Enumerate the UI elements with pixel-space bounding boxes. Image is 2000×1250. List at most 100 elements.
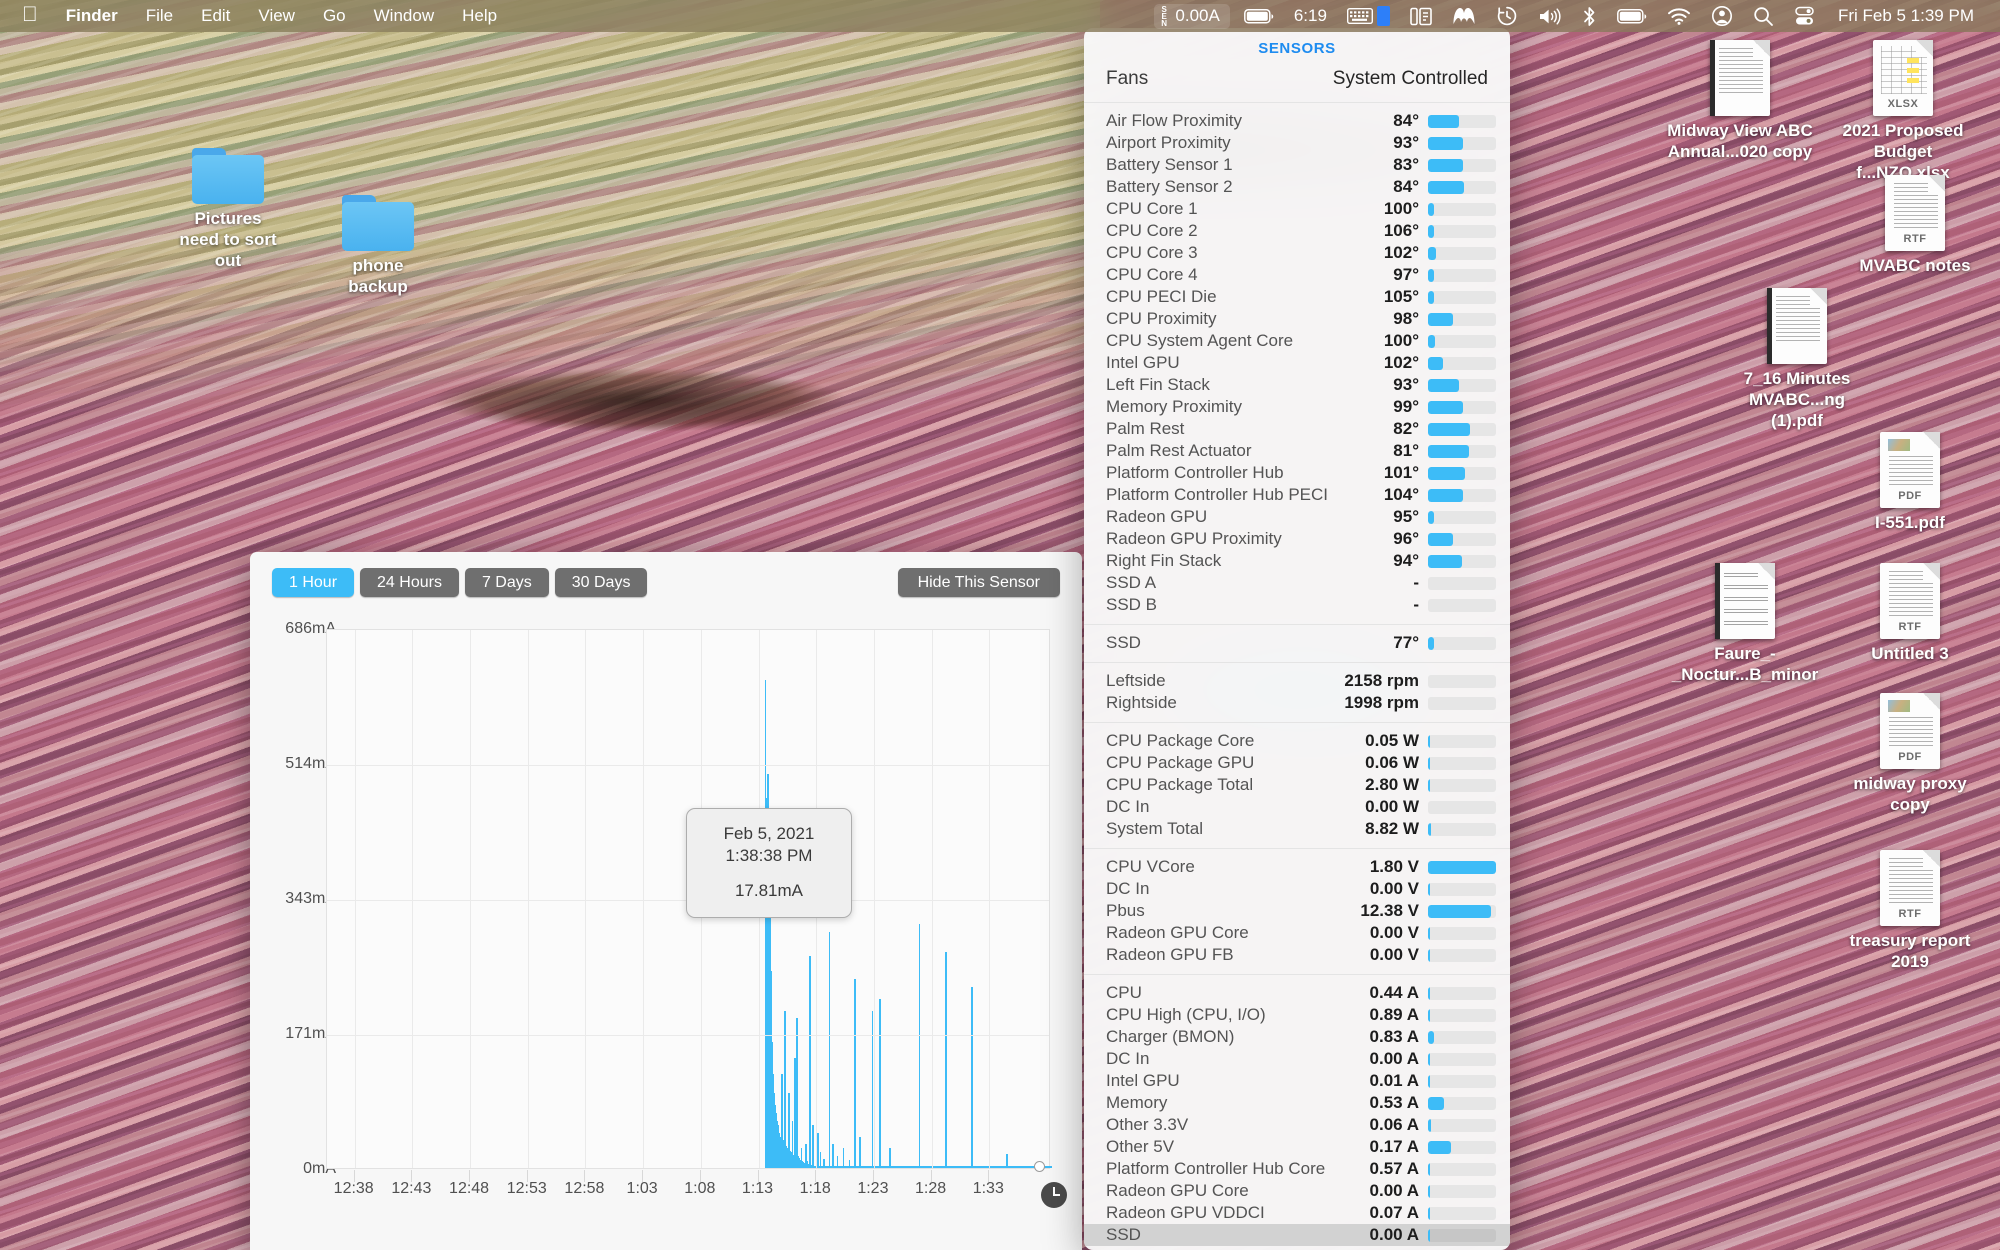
desktop-file[interactable]: RTFtreasury report 2019 [1835, 850, 1985, 972]
sensor-row[interactable]: Radeon GPU FB0.00 V [1084, 944, 1510, 966]
menu-item-edit[interactable]: Edit [187, 0, 244, 32]
sensor-row[interactable]: SSD B- [1084, 594, 1510, 616]
menu-bar-clock[interactable]: Fri Feb 5 1:39 PM [1828, 0, 1984, 32]
sensor-row[interactable]: Intel GPU102° [1084, 352, 1510, 374]
spotlight-menu-item[interactable] [1743, 6, 1784, 27]
sensor-row[interactable]: SSD0.00 A [1084, 1224, 1510, 1246]
sensor-row[interactable]: Platform Controller Hub PECI104° [1084, 484, 1510, 506]
sensor-row[interactable]: SSD A- [1084, 572, 1510, 594]
range-button-24-hours[interactable]: 24 Hours [360, 568, 459, 597]
sensor-row[interactable]: Palm Rest Actuator81° [1084, 440, 1510, 462]
wifi-menu-item[interactable] [1657, 7, 1701, 25]
desktop-folder[interactable]: phone backup [328, 195, 428, 297]
clock-icon[interactable] [1041, 1182, 1067, 1208]
sensor-row[interactable]: CPU Core 497° [1084, 264, 1510, 286]
sensor-row[interactable]: Radeon GPU Core0.00 V [1084, 922, 1510, 944]
sensor-row[interactable]: Memory0.53 A [1084, 1092, 1510, 1114]
sensor-row[interactable]: CPU Package Core0.05 W [1084, 730, 1510, 752]
battery-status-menu-item[interactable] [1607, 9, 1657, 24]
user-account-menu-item[interactable] [1701, 5, 1743, 27]
desktop-file[interactable]: PDFI-551.pdf [1835, 432, 1985, 533]
sensor-row[interactable]: Pbus12.38 V [1084, 900, 1510, 922]
sensor-row[interactable]: Battery Sensor 183° [1084, 154, 1510, 176]
sensor-row[interactable]: Radeon GPU Core0.00 A [1084, 1180, 1510, 1202]
sensor-row[interactable]: Other 5V0.17 A [1084, 1136, 1510, 1158]
airmail-menu-item[interactable] [1400, 7, 1442, 26]
sensor-row[interactable]: Battery Sensor 284° [1084, 176, 1510, 198]
keyboard-menu-item[interactable] [1337, 6, 1400, 26]
sensor-value: 0.83 A [1332, 1027, 1428, 1047]
fans-header-row[interactable]: Fans System Controlled [1084, 66, 1510, 103]
sensor-row[interactable]: Intel GPU0.01 A [1084, 1070, 1510, 1092]
chart-plot-area[interactable]: 686mA514mA343mA171mA0mA 12:3812:4312:481… [250, 612, 1082, 1250]
sensor-row[interactable]: CPU VCore1.80 V [1084, 856, 1510, 878]
x-axis-tick-mark [873, 1170, 874, 1182]
sensor-row[interactable]: Leftside2158 rpm [1084, 670, 1510, 692]
x-axis-tick-label: 1:03 [627, 1180, 658, 1198]
desktop-file[interactable]: XLSX2021 Proposed Budget f...NZO.xlsx [1828, 40, 1978, 183]
menu-item-help[interactable]: Help [448, 0, 511, 32]
istat-sensor-menu-item[interactable]: S E N 0.00A [1154, 4, 1230, 29]
bluetooth-menu-item[interactable] [1572, 6, 1607, 27]
desktop-file[interactable]: Midway View ABC Annual...020 copy [1665, 40, 1815, 162]
desktop-file[interactable]: RTFMVABC notes [1840, 175, 1990, 276]
sensor-row[interactable]: Radeon GPU Proximity96° [1084, 528, 1510, 550]
sensor-row[interactable]: Rightside1998 rpm [1084, 692, 1510, 714]
desktop-file[interactable]: RTFUntitled 3 [1835, 563, 1985, 664]
sensor-row[interactable]: CPU Package Total2.80 W [1084, 774, 1510, 796]
sensor-row[interactable]: CPU Package GPU0.06 W [1084, 752, 1510, 774]
desktop-file[interactable]: PDFmidway proxy copy [1835, 693, 1985, 815]
sensor-row[interactable]: CPU Proximity98° [1084, 308, 1510, 330]
range-button-7-days[interactable]: 7 Days [465, 568, 549, 597]
battery-menu-item[interactable] [1234, 9, 1284, 24]
control-center-menu-item[interactable] [1784, 6, 1828, 26]
range-button-30-days[interactable]: 30 Days [555, 568, 648, 597]
desktop-file[interactable]: 7_16 Minutes MVABC...ng (1).pdf [1722, 288, 1872, 431]
menu-item-finder[interactable]: Finder [52, 0, 132, 32]
sensor-row[interactable]: Thunderbolt0.00 A [1084, 1246, 1510, 1250]
sensor-row[interactable]: CPU PECI Die105° [1084, 286, 1510, 308]
hide-this-sensor-button[interactable]: Hide This Sensor [898, 568, 1060, 597]
sensor-value: 94° [1332, 551, 1428, 571]
desktop-file[interactable]: Faure_-_Noctur...B_minor [1670, 563, 1820, 685]
malwarebytes-menu-item[interactable] [1442, 6, 1486, 26]
sensor-row[interactable]: SSD77° [1084, 632, 1510, 654]
sensor-row[interactable]: CPU Core 2106° [1084, 220, 1510, 242]
sensor-row[interactable]: DC In0.00 A [1084, 1048, 1510, 1070]
sensor-row[interactable]: CPU0.44 A [1084, 982, 1510, 1004]
sensor-name: SSD [1106, 1225, 1332, 1245]
menu-item-go[interactable]: Go [309, 0, 360, 32]
sensor-row[interactable]: System Total8.82 W [1084, 818, 1510, 840]
menu-item-window[interactable]: Window [360, 0, 448, 32]
sensor-row[interactable]: Platform Controller Hub101° [1084, 462, 1510, 484]
sensor-name: CPU Core 3 [1106, 243, 1332, 263]
sensor-row[interactable]: Charger (BMON)0.83 A [1084, 1026, 1510, 1048]
sensor-row[interactable]: CPU System Agent Core100° [1084, 330, 1510, 352]
sensor-name: CPU Package Core [1106, 731, 1332, 751]
apple-logo-icon[interactable]:  [22, 0, 52, 34]
sensor-row[interactable]: Air Flow Proximity84° [1084, 110, 1510, 132]
sensor-row[interactable]: Platform Controller Hub Core0.57 A [1084, 1158, 1510, 1180]
sensor-row[interactable]: CPU Core 3102° [1084, 242, 1510, 264]
desktop-folder[interactable]: Pictures need to sort out [178, 148, 278, 271]
sensor-row[interactable]: Palm Rest82° [1084, 418, 1510, 440]
sensor-row[interactable]: CPU High (CPU, I/O)0.89 A [1084, 1004, 1510, 1026]
sensor-row[interactable]: DC In0.00 W [1084, 796, 1510, 818]
range-button-1-hour[interactable]: 1 Hour [272, 568, 354, 597]
sensor-row[interactable]: Radeon GPU95° [1084, 506, 1510, 528]
sensor-row[interactable]: Other 3.3V0.06 A [1084, 1114, 1510, 1136]
volume-menu-item[interactable] [1528, 7, 1572, 26]
sensor-row[interactable]: Airport Proximity93° [1084, 132, 1510, 154]
sensor-row[interactable]: Radeon GPU VDDCI0.07 A [1084, 1202, 1510, 1224]
sensor-row[interactable]: CPU Core 1100° [1084, 198, 1510, 220]
time-machine-menu-item[interactable] [1486, 5, 1528, 27]
sensor-row[interactable]: Left Fin Stack93° [1084, 374, 1510, 396]
sensor-row[interactable]: DC In0.00 V [1084, 878, 1510, 900]
sensor-row[interactable]: Right Fin Stack94° [1084, 550, 1510, 572]
sensor-name: CPU Core 2 [1106, 221, 1332, 241]
sensor-name: Pbus [1106, 901, 1332, 921]
menu-item-view[interactable]: View [244, 0, 309, 32]
menu-item-file[interactable]: File [132, 0, 187, 32]
sensor-name: Palm Rest Actuator [1106, 441, 1332, 461]
sensor-row[interactable]: Memory Proximity99° [1084, 396, 1510, 418]
